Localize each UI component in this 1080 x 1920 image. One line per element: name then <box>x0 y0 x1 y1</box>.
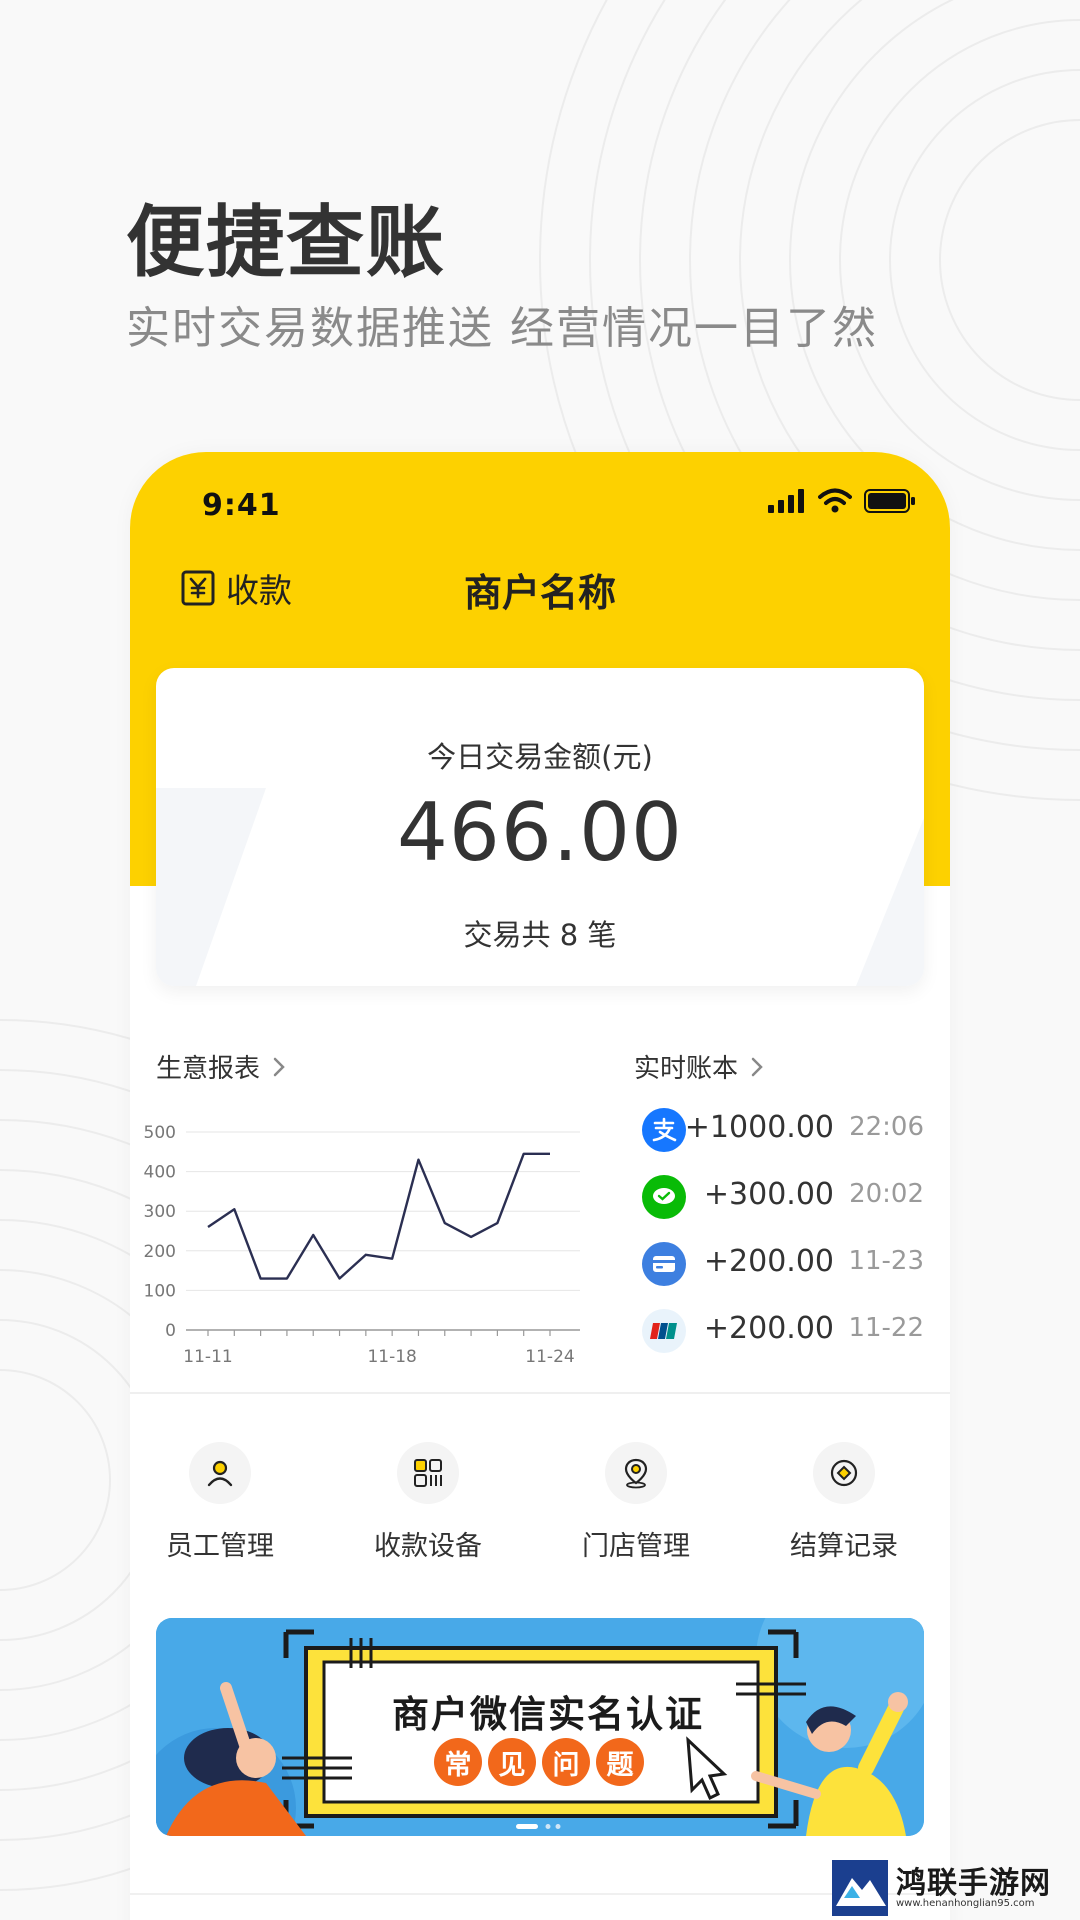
status-time: 9:41 <box>202 488 281 523</box>
chevron-right-icon <box>273 1057 285 1076</box>
today-amount-label: 今日交易金额(元) <box>427 740 653 774</box>
chart-y-tick-label: 400 <box>144 1163 176 1183</box>
qr-grid-glyph <box>414 1459 442 1487</box>
chart-x-tick-label: 11-18 <box>367 1347 416 1362</box>
chart-series-line <box>207 1152 550 1280</box>
phone-mockup: 9:41 收款 商户名称 今日交易金额(元) 466.00 交易共 8 笔 生意… <box>130 452 950 1920</box>
function-menu: 员工管理 收款设备 门店管理 结算记录 <box>130 1442 950 1582</box>
banner-pill: 题 <box>596 1738 644 1786</box>
banner-subtitle-pills: 常 见 问 题 <box>434 1738 644 1786</box>
ledger-amount: +200.00 <box>703 1244 834 1279</box>
person-glyph <box>207 1460 233 1487</box>
menu-item-staff[interactable]: 员工管理 <box>130 1442 310 1563</box>
watermark-url: www.henanhonglian95.com <box>896 1898 1035 1909</box>
business-report-chart: 0 100 200 300 400 500 11-11 11-18 11-24 <box>144 1123 580 1362</box>
battery-icon <box>864 489 915 513</box>
menu-item-settlement[interactable]: 结算记录 <box>754 1442 934 1563</box>
business-report-label: 生意报表 <box>156 1054 261 1084</box>
alipay-icon <box>642 1108 686 1152</box>
site-watermark: 鸿联手游网 www.henanhonglian95.com <box>830 1858 1080 1920</box>
bottom-tabbar-peek <box>130 1893 950 1895</box>
cellular-signal-icon <box>768 489 804 513</box>
chart-y-tick-label: 100 <box>144 1281 176 1301</box>
business-report-link[interactable]: 生意报表 <box>156 1048 286 1085</box>
ledger-row[interactable]: +200.00 11-23 <box>630 1236 950 1288</box>
chevron-right-icon <box>751 1057 763 1076</box>
ledger-row[interactable]: +1000.00 22:06 <box>630 1102 950 1154</box>
chart-y-tick-label: 500 <box>144 1123 176 1143</box>
ledger-time: 22:06 <box>849 1112 924 1142</box>
staff-icon <box>189 1442 251 1504</box>
ledger-row[interactable]: +200.00 11-22 <box>630 1303 950 1355</box>
menu-label: 结算记录 <box>790 1531 898 1562</box>
unionpay-glyph <box>650 1323 677 1339</box>
hero-subline: 实时交易数据推送 经营情况一目了然 <box>126 303 878 354</box>
bank-card-icon <box>642 1242 686 1286</box>
ledger-row[interactable]: +300.00 20:02 <box>630 1169 950 1221</box>
wechat-glyph <box>653 1188 675 1204</box>
menu-item-device[interactable]: 收款设备 <box>338 1442 518 1563</box>
banner-pill: 见 <box>488 1738 536 1786</box>
menu-label: 员工管理 <box>166 1531 274 1562</box>
chart-y-tick-label: 0 <box>165 1321 176 1341</box>
today-amount-value: 466.00 <box>397 786 683 879</box>
device-icon <box>397 1442 459 1504</box>
unionpay-icon <box>642 1309 686 1353</box>
watermark-logo <box>832 1860 888 1916</box>
settlement-icon <box>813 1442 875 1504</box>
status-icons <box>768 488 916 514</box>
store-location-icon <box>605 1442 667 1504</box>
chart-y-tick-label: 300 <box>144 1202 176 1222</box>
coin-glyph <box>830 1459 858 1487</box>
ledger-time: 11-22 <box>848 1313 924 1343</box>
hero-headline: 便捷查账 <box>126 198 447 288</box>
chart-x-tick-label: 11-24 <box>525 1347 574 1362</box>
menu-item-store[interactable]: 门店管理 <box>546 1442 726 1563</box>
promo-banner[interactable]: 商户微信实名认证 常 见 问 题 <box>156 1618 924 1836</box>
alipay-glyph <box>652 1117 677 1142</box>
chart-y-tick-label: 200 <box>144 1242 176 1262</box>
banner-pill: 常 <box>434 1738 482 1786</box>
merchant-name-title: 商户名称 <box>463 571 616 615</box>
menu-label: 门店管理 <box>582 1531 690 1562</box>
banner-title: 商户微信实名认证 <box>392 1693 704 1736</box>
transaction-count: 交易共 8 笔 <box>463 918 617 952</box>
wechat-pay-icon <box>642 1175 686 1219</box>
ledger-time: 11-23 <box>848 1246 924 1276</box>
ledger-time: 20:02 <box>849 1179 924 1209</box>
ledger-amount: +1000.00 <box>684 1110 834 1145</box>
ledger-amount: +200.00 <box>703 1311 834 1346</box>
section-divider <box>130 1392 950 1394</box>
menu-label: 收款设备 <box>374 1531 482 1562</box>
ledger-amount: +300.00 <box>703 1177 834 1212</box>
bank-card-glyph <box>653 1256 675 1272</box>
realtime-ledger-link[interactable]: 实时账本 <box>634 1048 764 1085</box>
banner-pill: 问 <box>542 1738 590 1786</box>
location-pin-glyph <box>624 1458 648 1489</box>
wifi-icon <box>818 488 852 513</box>
watermark-name: 鸿联手游网 <box>896 1866 1051 1901</box>
today-summary-card[interactable]: 今日交易金额(元) 466.00 交易共 8 笔 <box>156 668 924 986</box>
realtime-ledger-label: 实时账本 <box>634 1054 739 1084</box>
chart-x-tick-label: 11-11 <box>183 1347 232 1362</box>
